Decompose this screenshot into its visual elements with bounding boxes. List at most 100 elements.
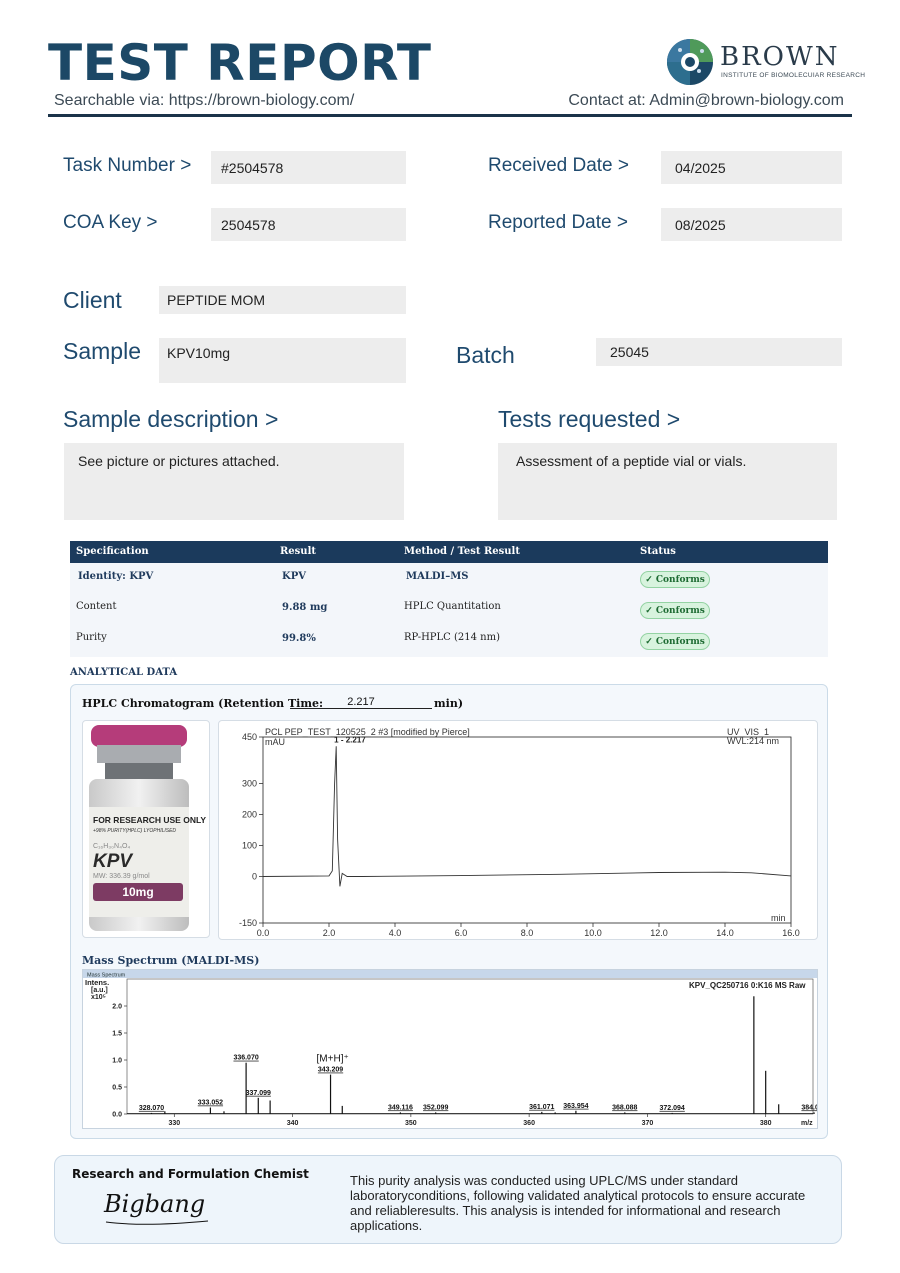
hplc-y-tick-label: 450	[242, 732, 257, 742]
client-label: Client	[63, 287, 122, 313]
batch-label: Batch	[456, 342, 515, 368]
status-badge: ✓ Conforms	[640, 571, 710, 588]
coa-key-field: 2504578	[211, 208, 406, 241]
ms-peak-label: 372.094	[660, 1105, 685, 1112]
sample-field: KPV10mg	[159, 338, 406, 383]
hplc-y-tick-label: -150	[239, 918, 257, 928]
hplc-x-tick-label: 4.0	[389, 928, 402, 938]
row-result: 99.8%	[282, 633, 316, 644]
ms-chart: Mass Spectrum Intens. [a.u.] x10⁵ KPV_QC…	[82, 969, 827, 1129]
ms-x-tick-label: 380	[760, 1120, 772, 1127]
ms-title: Mass Spectrum (MALDI-MS)	[82, 954, 260, 967]
sample-description-box: See picture or pictures attached.	[64, 443, 404, 520]
received-date-label: Received Date >	[488, 155, 629, 176]
ms-y-tick-label: 2.0	[112, 1004, 122, 1011]
results-table: Specification Result Method / Test Resul…	[70, 541, 828, 657]
vial-line2: +98% PURITY(HPLC) LYOPHILISED	[93, 828, 176, 834]
ms-peak-label: 363.954	[563, 1103, 588, 1110]
reported-date-label: Reported Date >	[488, 212, 628, 233]
hplc-y-unit: mAU	[265, 737, 285, 747]
retention-time-value: 2.217	[290, 696, 432, 709]
ms-peak-label: 384.088	[801, 1104, 817, 1111]
hplc-x-tick-label: 2.0	[323, 928, 336, 938]
ms-run-title: KPV_QC250716 0:K16 MS Raw	[689, 981, 806, 990]
ms-mh-annotation: [M+H]⁺	[317, 1054, 349, 1065]
task-number-field: #2504578	[211, 151, 406, 184]
hplc-chart: PCL PEP_TEST_120525_2 #3 [modified by Pi…	[218, 720, 818, 940]
hplc-run-title: PCL PEP_TEST_120525_2 #3 [modified by Pi…	[265, 727, 470, 737]
contact-text: Contact at: Admin@brown-biology.com	[568, 92, 844, 109]
ms-y-label-3: x10⁵	[91, 994, 106, 1001]
batch-field: 25045	[596, 338, 842, 366]
ms-x-tick-label: 350	[405, 1120, 417, 1127]
ms-peak-label: 333.052	[198, 1100, 223, 1107]
ms-y-tick-label: 1.0	[112, 1058, 122, 1065]
hplc-x-unit: min	[771, 913, 786, 923]
ms-peak-label: 328.070	[139, 1105, 164, 1112]
ms-y-tick-label: 0.5	[112, 1085, 122, 1092]
vial-dose: 10mg	[122, 885, 153, 899]
vial-formula: C₁₆H₃₀N₄O₄	[93, 843, 130, 850]
ms-y-tick-label: 1.5	[112, 1031, 122, 1038]
report-title: TEST REPORT	[48, 34, 432, 92]
row-result: KPV	[282, 571, 306, 582]
ms-x-tick-label: 360	[523, 1120, 535, 1127]
row-method: HPLC Quantitation	[404, 601, 501, 612]
ms-x-tick-label: 370	[642, 1120, 654, 1127]
hplc-y-tick-label: 100	[242, 841, 257, 851]
tests-requested-box: Assessment of a peptide vial or vials.	[498, 443, 837, 520]
hplc-x-tick-label: 10.0	[584, 928, 602, 938]
row-method: RP-HPLC (214 nm)	[404, 632, 501, 643]
col-status: Status	[640, 546, 676, 557]
ms-titlebar	[83, 970, 817, 978]
table-header: Specification Result Method / Test Resul…	[70, 541, 828, 563]
hplc-x-tick-label: 6.0	[455, 928, 468, 938]
hplc-wavelength: WVL:214 nm	[727, 736, 779, 746]
hplc-y-tick-label: 0	[252, 872, 257, 882]
ms-y-label-1: Intens.	[85, 978, 109, 987]
hplc-title: HPLC Chromatogram (Retention Time:	[82, 697, 324, 710]
sample-label: Sample	[63, 338, 141, 364]
hplc-x-tick-label: 8.0	[521, 928, 534, 938]
disclaimer-text: This purity analysis was conducted using…	[350, 1173, 806, 1233]
chemist-title: Research and Formulation Chemist	[72, 1167, 309, 1181]
ms-peak-label: 349.116	[388, 1104, 413, 1111]
ms-peak-label: 343.209	[318, 1067, 343, 1074]
tests-requested-label: Tests requested >	[498, 406, 681, 432]
hplc-x-tick-label: 12.0	[650, 928, 668, 938]
vial-image: FOR RESEARCH USE ONLY +98% PURITY(HPLC) …	[89, 725, 206, 931]
brown-logo-icon	[667, 39, 713, 85]
hplc-peak-label: 1 - 2.217	[334, 735, 366, 744]
ms-peak-label: 361.071	[529, 1104, 554, 1111]
vial-line1: FOR RESEARCH USE ONLY	[93, 815, 206, 825]
row-result: 9.88 mg	[282, 602, 328, 613]
hplc-x-tick-label: 0.0	[257, 928, 270, 938]
vial-photo: FOR RESEARCH USE ONLY +98% PURITY(HPLC) …	[82, 720, 210, 938]
status-badge: ✓ Conforms	[640, 602, 710, 619]
vial-name: KPV	[93, 851, 133, 872]
signature-underline	[105, 1220, 209, 1225]
row-spec: Purity	[76, 632, 107, 643]
reported-date-field: 08/2025	[661, 208, 842, 241]
row-spec: Content	[76, 601, 117, 612]
hplc-y-tick-label: 200	[242, 810, 257, 820]
row-method: MALDI–MS	[406, 571, 469, 582]
hplc-x-tick-label: 16.0	[782, 928, 800, 938]
brand-name: BROWN	[720, 42, 840, 72]
analytical-data-heading: ANALYTICAL DATA	[70, 667, 178, 678]
ms-peak-label: 337.099	[246, 1090, 271, 1097]
chemist-signature: Bigbang	[104, 1190, 206, 1218]
website-text: Searchable via: https://brown-biology.co…	[54, 92, 355, 109]
ms-x-tick-label: 330	[168, 1120, 180, 1127]
client-field: PEPTIDE MOM	[159, 286, 406, 314]
ms-y-tick-label: 0.0	[112, 1112, 122, 1119]
header-divider	[48, 114, 852, 117]
coa-key-label: COA Key >	[63, 212, 158, 233]
task-number-label: Task Number >	[63, 155, 192, 176]
hplc-x-tick-label: 14.0	[716, 928, 734, 938]
ms-plot-area	[126, 978, 814, 1115]
ms-peak-label: 368.088	[612, 1104, 637, 1111]
sample-description-label: Sample description >	[63, 406, 279, 432]
hplc-plot-area	[262, 736, 792, 924]
col-method: Method / Test Result	[404, 546, 520, 557]
